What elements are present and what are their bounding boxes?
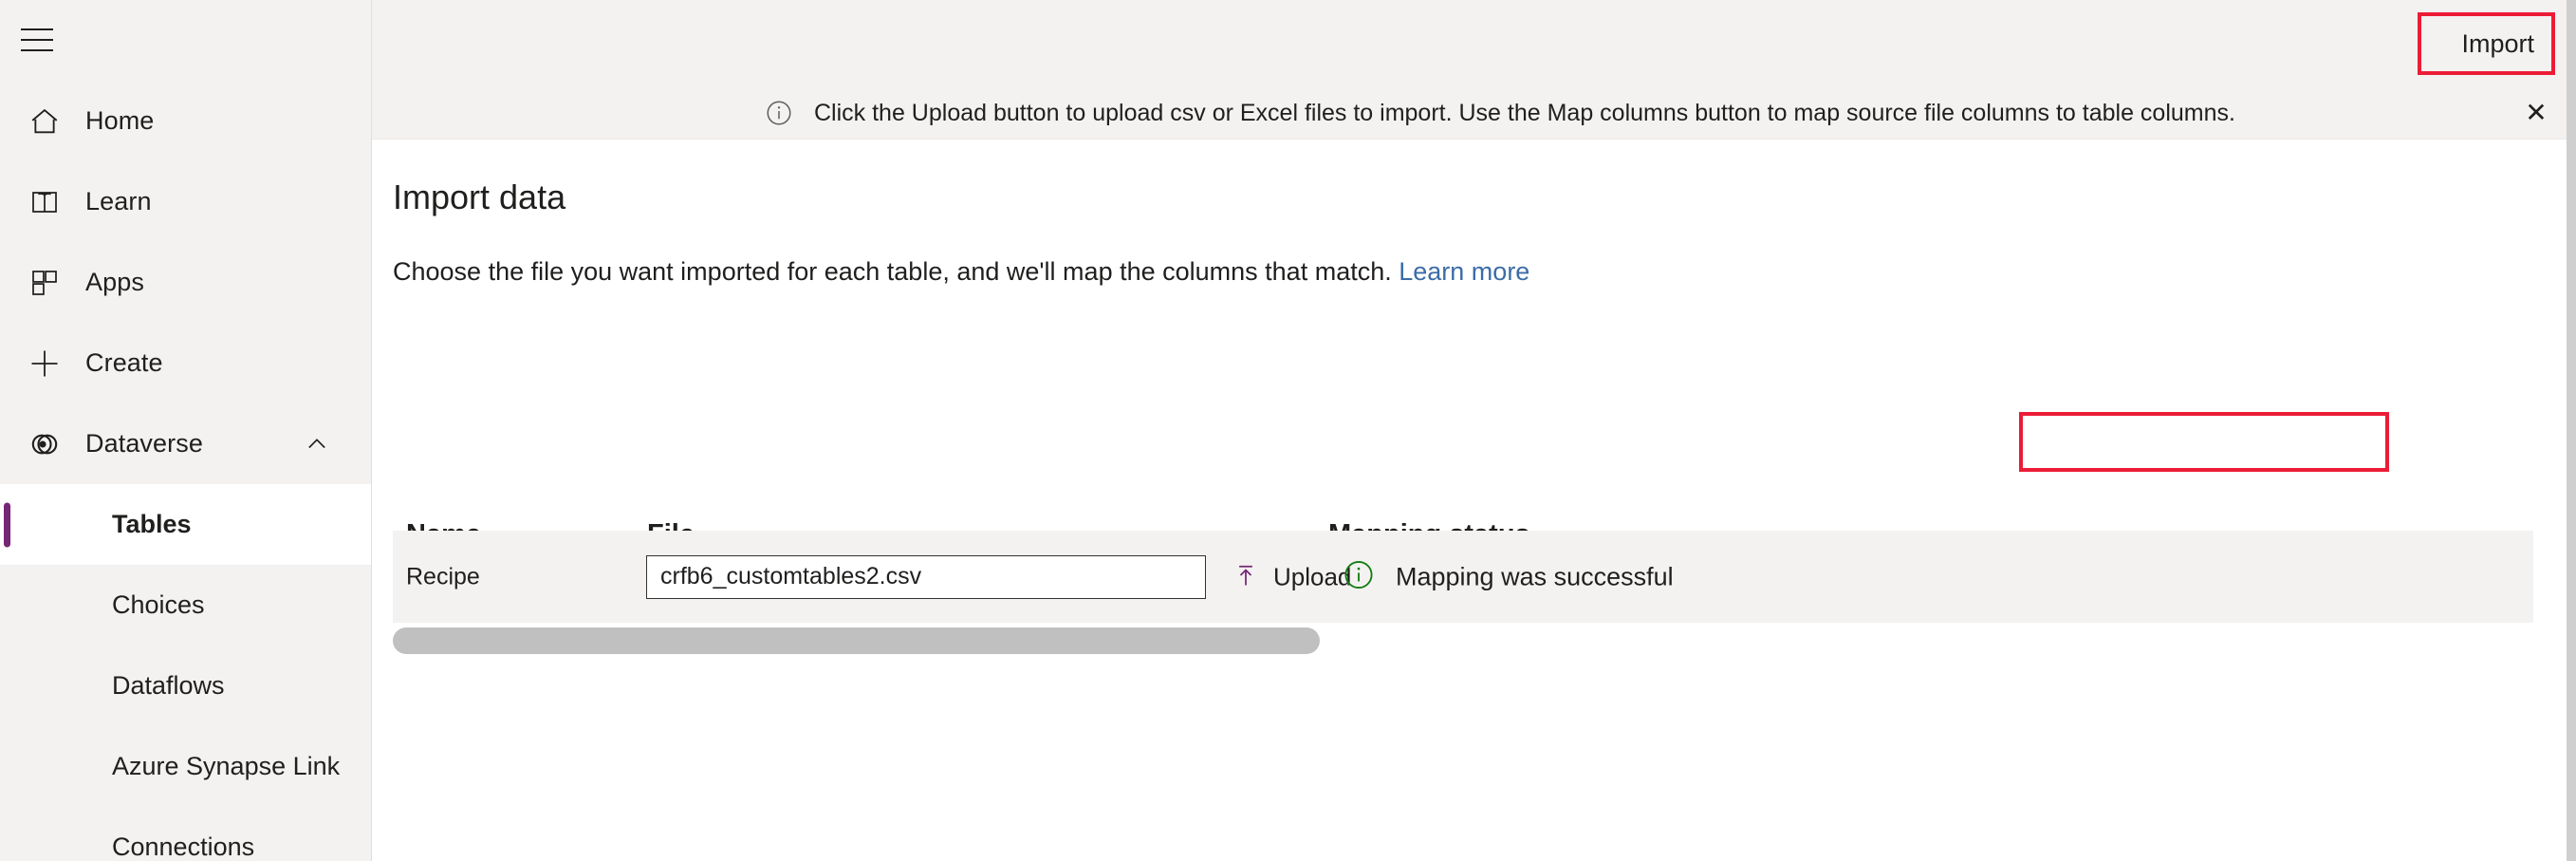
upload-button-label: Upload bbox=[1273, 562, 1351, 591]
apps-grid-icon bbox=[21, 263, 68, 303]
upload-arrow-icon bbox=[1232, 561, 1260, 592]
info-circle-icon bbox=[765, 99, 793, 127]
import-button[interactable]: Import bbox=[2440, 18, 2555, 70]
horizontal-scrollbar[interactable] bbox=[393, 627, 2533, 654]
sidebar-item-azure-synapse-link[interactable]: Azure Synapse Link bbox=[0, 726, 371, 807]
sidebar-item-label: Apps bbox=[85, 268, 144, 297]
sidebar-item-label: Home bbox=[85, 106, 154, 136]
app-root: Home Learn bbox=[0, 0, 2576, 861]
learn-more-link[interactable]: Learn more bbox=[1399, 257, 1529, 286]
info-message-bar: Click the Upload button to upload csv or… bbox=[372, 87, 2576, 140]
command-bar: Import bbox=[372, 0, 2576, 87]
main-content-area: Import Click the Upload button to upload… bbox=[372, 0, 2576, 861]
sidebar-item-learn[interactable]: Learn bbox=[0, 161, 371, 242]
sidebar-item-dataflows[interactable]: Dataflows bbox=[0, 646, 371, 726]
close-icon[interactable]: ✕ bbox=[2517, 94, 2555, 132]
sidebar-subitem-label: Dataflows bbox=[112, 671, 225, 701]
sidebar-item-choices[interactable]: Choices bbox=[0, 565, 371, 646]
vertical-scrollbar-thumb[interactable] bbox=[2567, 0, 2576, 861]
sidebar-subitem-label: Tables bbox=[112, 510, 192, 539]
sidebar-item-label: Learn bbox=[85, 187, 152, 216]
sidebar-nav-list: Home Learn bbox=[0, 81, 371, 861]
home-icon bbox=[21, 102, 68, 141]
hamburger-bar bbox=[21, 49, 53, 51]
row-table-name: Recipe bbox=[406, 563, 480, 590]
chevron-up-icon[interactable] bbox=[303, 430, 331, 459]
sidebar-item-create[interactable]: Create bbox=[0, 323, 371, 403]
sidebar-item-home[interactable]: Home bbox=[0, 81, 371, 161]
upload-button[interactable]: Upload bbox=[1224, 555, 1359, 598]
hamburger-icon[interactable] bbox=[21, 22, 65, 58]
dataverse-icon bbox=[21, 424, 68, 464]
page-description: Choose the file you want imported for ea… bbox=[393, 257, 1529, 287]
horizontal-scrollbar-thumb[interactable] bbox=[393, 627, 1320, 654]
sidebar-item-label: Dataverse bbox=[85, 429, 203, 459]
sidebar-item-tables[interactable]: Tables bbox=[0, 484, 371, 565]
hamburger-bar bbox=[21, 39, 53, 41]
page-title: Import data bbox=[393, 178, 565, 217]
book-icon bbox=[21, 182, 68, 222]
sidebar-item-dataverse[interactable]: Dataverse bbox=[0, 403, 371, 484]
table-row: Recipe Upload bbox=[393, 531, 2533, 623]
vertical-scrollbar[interactable] bbox=[2567, 0, 2576, 861]
status-badge-label: Mapping was successful bbox=[1396, 562, 1674, 591]
page-description-text: Choose the file you want imported for ea… bbox=[393, 257, 1392, 286]
sidebar-subitem-label: Choices bbox=[112, 590, 205, 620]
info-circle-green-icon bbox=[1343, 558, 1375, 595]
sidebar-item-apps[interactable]: Apps bbox=[0, 242, 371, 323]
sidebar-item-label: Create bbox=[85, 348, 163, 378]
sidebar-item-connections[interactable]: Connections bbox=[0, 807, 371, 861]
import-data-panel: Import data Choose the file you want imp… bbox=[372, 140, 2576, 860]
hamburger-bar bbox=[21, 28, 53, 30]
import-grid: Recipe Upload bbox=[393, 531, 2533, 623]
plus-icon bbox=[21, 344, 68, 384]
sidebar-subitem-label: Connections bbox=[112, 833, 254, 861]
file-name-input[interactable] bbox=[646, 555, 1206, 599]
sidebar-subitem-label: Azure Synapse Link bbox=[112, 752, 340, 781]
status-badge: Mapping was successful bbox=[1343, 558, 1674, 595]
left-navigation-sidebar: Home Learn bbox=[0, 0, 372, 861]
info-message-text: Click the Upload button to upload csv or… bbox=[814, 100, 2235, 127]
